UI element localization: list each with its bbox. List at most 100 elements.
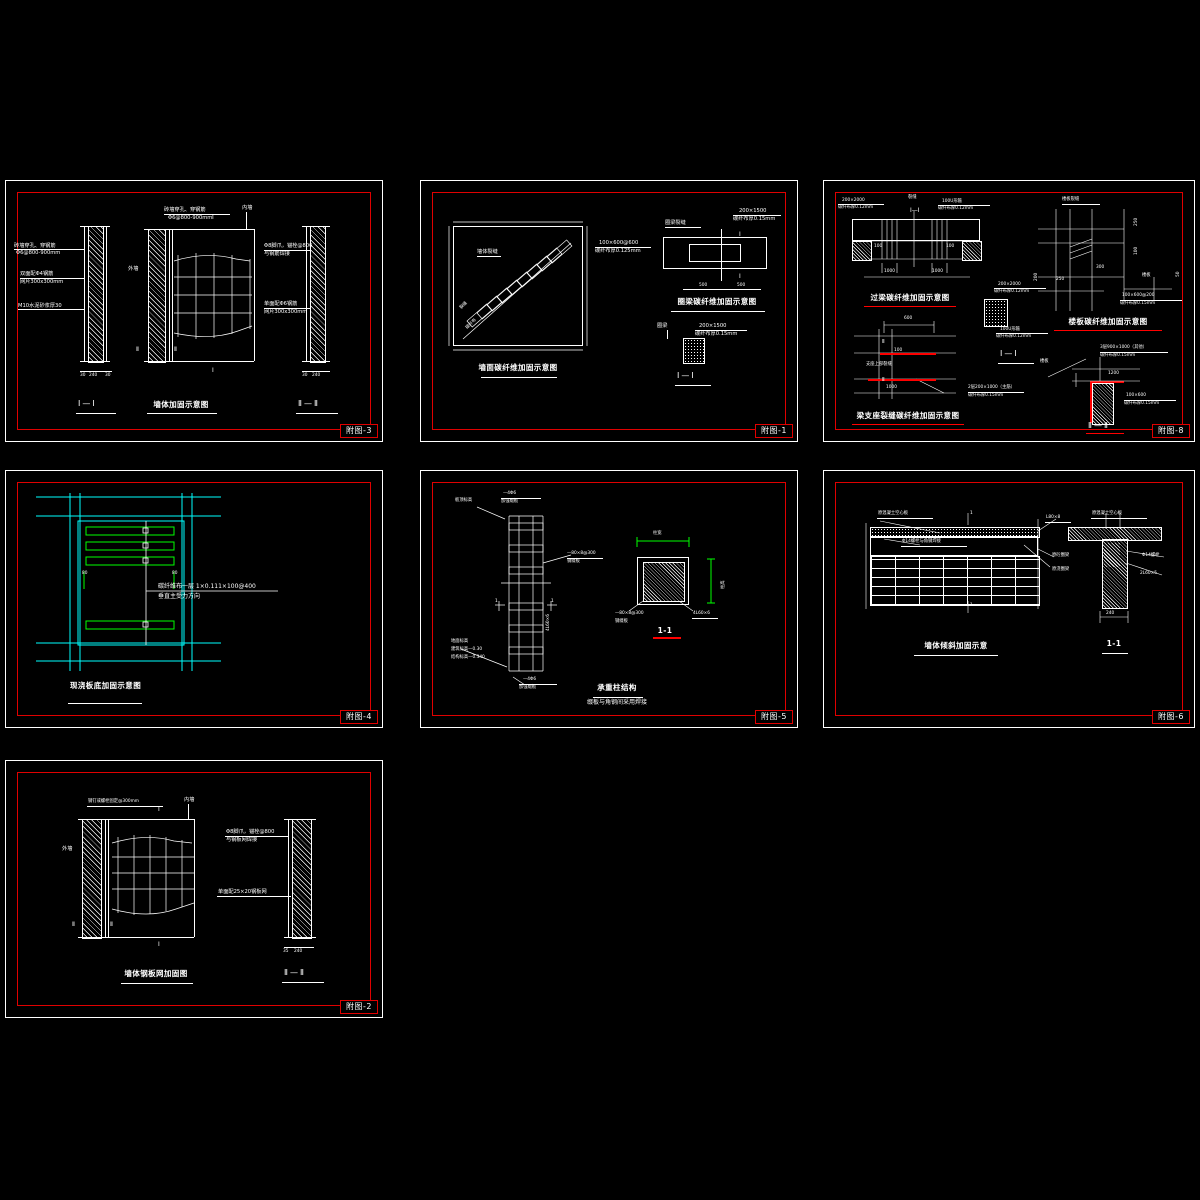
fig1-sec11-ul xyxy=(675,385,711,386)
fig1-wall-crack-label: 墙体裂缝 xyxy=(477,249,498,255)
sheet-fig1[interactable]: 墙体裂缝 裂缝 碳纤布 100×600@600 碳纤布厚0.125mm 墙面碳纤… xyxy=(420,180,798,442)
fig2-right-3: 单面配25×20钢板网 xyxy=(218,889,267,895)
fig3-main-title: 墙体加固示意图 xyxy=(153,400,209,409)
fig1-rb-dim xyxy=(683,289,761,290)
fig1-dim-500-b: 500 xyxy=(737,283,746,288)
fig2-mesh-overlay xyxy=(111,835,195,915)
fig8-title-block[interactable]: 附图-8 xyxy=(1152,424,1190,438)
fig8-e5: 100×600 xyxy=(1126,393,1147,398)
fig1-spec-4: 碳纤布厚0.15mm xyxy=(733,216,776,222)
fig2-top-note-ul xyxy=(87,806,163,807)
fig2-outer-wall: 外墙 xyxy=(62,846,73,852)
cad-drawing-canvas: 30 240 30 砖墙穿孔、穿钢筋 Φ6@800-900mm 双面配Φ4钢筋 … xyxy=(0,0,1200,1200)
fig8-sec-2-2: Ⅱ—Ⅱ xyxy=(1088,421,1110,430)
fig2-sec22-ul xyxy=(282,982,324,983)
fig6-section-label: 1-1 xyxy=(1106,639,1122,648)
fig1-dim-500-a: 500 xyxy=(699,283,708,288)
fig3-note-top-2: Φ6@800-900mm xyxy=(168,215,213,221)
fig2-mark-II-b: Ⅱ xyxy=(110,921,113,928)
fig4-title-block[interactable]: 附图-4 xyxy=(340,710,378,724)
fig4-main-title: 现浇板底加固示意图 xyxy=(70,681,142,690)
fig2-dim-mid: 240 xyxy=(294,949,303,954)
fig3-title-block[interactable]: 附图-3 xyxy=(340,424,378,438)
sheet-fig4[interactable]: 80 80 碳纤维布一层 1×0.111×100@400 垂直主受力方向 现浇板… xyxy=(5,470,383,728)
fig2-r3-ul xyxy=(217,896,291,897)
fig2-section-2-2: Ⅱ—Ⅱ xyxy=(284,968,306,977)
fig3-leader-top xyxy=(164,214,230,215)
fig5-main-title-ul xyxy=(593,697,643,698)
fig2-inner-leader xyxy=(188,804,189,819)
fig2-mark-I-top: Ⅰ xyxy=(158,806,160,813)
fig3-right-note-1: Φ8脚爪，锚栓@800 xyxy=(264,243,313,249)
fig2-mark-II-a: Ⅱ xyxy=(72,921,75,928)
fig2-dim-left: 35 xyxy=(283,949,289,954)
fig3-mark-II-b: Ⅱ xyxy=(174,346,177,353)
fig4-note-1: 碳纤维布一层 1×0.111×100@400 xyxy=(158,583,256,590)
fig2-top-note: 钢钉或螺栓固定@300mm xyxy=(88,799,139,804)
fig3-right-tick-bot xyxy=(302,361,330,362)
fig6-title-block[interactable]: 附图-6 xyxy=(1152,710,1190,724)
sheet-fig8[interactable]: 200×2000 碳纤布厚0.12mm 裂缝 100U形箍 碳纤布厚0.12mm… xyxy=(823,180,1195,442)
fig1-leader-crack xyxy=(477,256,501,257)
fig3-main-title-ul xyxy=(147,413,217,414)
fig1-ring-crack-label: 圈梁裂缝 xyxy=(665,220,686,226)
fig2-main-title: 墙体钢板网加固图 xyxy=(124,969,188,978)
fig4-note-2: 垂直主受力方向 xyxy=(158,593,201,600)
fig5-sub-title: 缀板与角钢间采用焊接 xyxy=(586,699,648,706)
fig5-sec-5: 4L60×6 xyxy=(693,611,710,616)
fig5-sec-2: 柱高 xyxy=(721,580,726,589)
fig2-mark-I-bot: Ⅰ xyxy=(158,941,160,948)
fig5-sec5-ul xyxy=(692,618,718,619)
fig8-sec22-ul xyxy=(1086,433,1124,434)
fig3-dim2-left: 30 xyxy=(302,373,308,378)
fig3-section-2-2: Ⅱ—Ⅱ xyxy=(298,399,320,408)
fig2-sec-dim xyxy=(284,947,314,948)
fig8-e6: 碳纤布厚0.15mm xyxy=(1124,401,1160,406)
fig3-mark-I-bot: Ⅰ xyxy=(212,367,214,374)
fig5-section-ul xyxy=(653,637,681,639)
fig5-main-title: 承重柱结构 xyxy=(597,683,637,692)
fig2-right-2: 与钢板网焊接 xyxy=(226,837,258,843)
fig8-e3: 碳纤布厚0.15mm xyxy=(1100,353,1136,358)
fig3-right-tick-top xyxy=(302,226,330,227)
fig5-title-block[interactable]: 附图-5 xyxy=(755,710,793,724)
fig8-e1: 楼板 xyxy=(1040,359,1049,364)
sheet-fig5[interactable]: 板顶标高 —4Φ6 加强缀板 —80×8@300 钢缀板 4L60×6 地面标高… xyxy=(420,470,798,728)
fig3-right-note-2: 与钢筋焊接 xyxy=(264,251,290,257)
fig5-sec-4: 钢缀板 xyxy=(615,619,628,624)
fig1-section-1-1: Ⅰ—Ⅰ xyxy=(677,371,696,380)
fig1-mark-I-a: Ⅰ xyxy=(739,231,741,238)
fig2-title-block[interactable]: 附图-2 xyxy=(340,1000,378,1014)
sheet-fig3[interactable]: 30 240 30 砖墙穿孔、穿钢筋 Φ6@800-900mm 双面配Φ4钢筋 … xyxy=(5,180,383,442)
fig1-spec-2: 碳纤布厚0.125mm xyxy=(595,248,641,254)
fig1-spec-3: 200×1500 xyxy=(739,208,767,214)
fig2-sec-tick-top xyxy=(284,819,316,820)
fig3-outer-wall-label: 外墙 xyxy=(128,266,139,272)
fig1-title-block[interactable]: 附图-1 xyxy=(755,424,793,438)
fig8-e4: 1200 xyxy=(1108,371,1119,376)
fig6-r2: Φ14螺栓 xyxy=(1142,553,1160,558)
fig3-right-note-4: 网片300x300mm xyxy=(264,309,308,315)
sheet-fig2[interactable]: 钢钉或螺栓固定@300mm 外墙 内墙 Ⅰ Ⅰ Ⅱ Ⅱ 墙体钢板网加固图 35 … xyxy=(5,760,383,1018)
fig1-leader-spec3 xyxy=(733,215,781,216)
fig3-dim2-mid: 240 xyxy=(312,373,321,378)
fig1-sec-fill xyxy=(683,338,705,364)
sheet-fig6[interactable]: 原混凝土空心板 Φ14螺栓与角钢焊接 L80×8 原砼圈梁 原浇圈梁 1 1 墙… xyxy=(823,470,1195,728)
fig8-leader-e6 xyxy=(1124,400,1176,401)
fig8-e2: 3层900×1000（其他） xyxy=(1100,345,1147,350)
fig4-dim-a: 80 xyxy=(82,571,88,576)
fig5-section-label: 1-1 xyxy=(657,626,673,635)
fig2-sec-hatch xyxy=(292,819,312,939)
fig3-inner-wall-label: 内墙 xyxy=(242,205,253,211)
fig3-section-2-ul xyxy=(296,413,338,414)
fig3-right-dim-line xyxy=(302,371,330,372)
fig6-section-ul xyxy=(1102,653,1128,654)
fig1-sub-title: 圈梁碳纤维加固示意图 xyxy=(677,297,757,306)
fig1-sec-leader xyxy=(667,330,668,339)
fig6-r1: 原混凝土空心板 xyxy=(1092,511,1123,516)
fig6-sec-lines xyxy=(1099,513,1165,623)
fig2-r1-ul xyxy=(225,836,289,837)
fig3-note-top-1: 砖墙穿孔、穿钢筋 xyxy=(164,207,206,213)
fig4-dim-b: 80 xyxy=(172,571,178,576)
fig6-r4: 240 xyxy=(1106,611,1115,616)
